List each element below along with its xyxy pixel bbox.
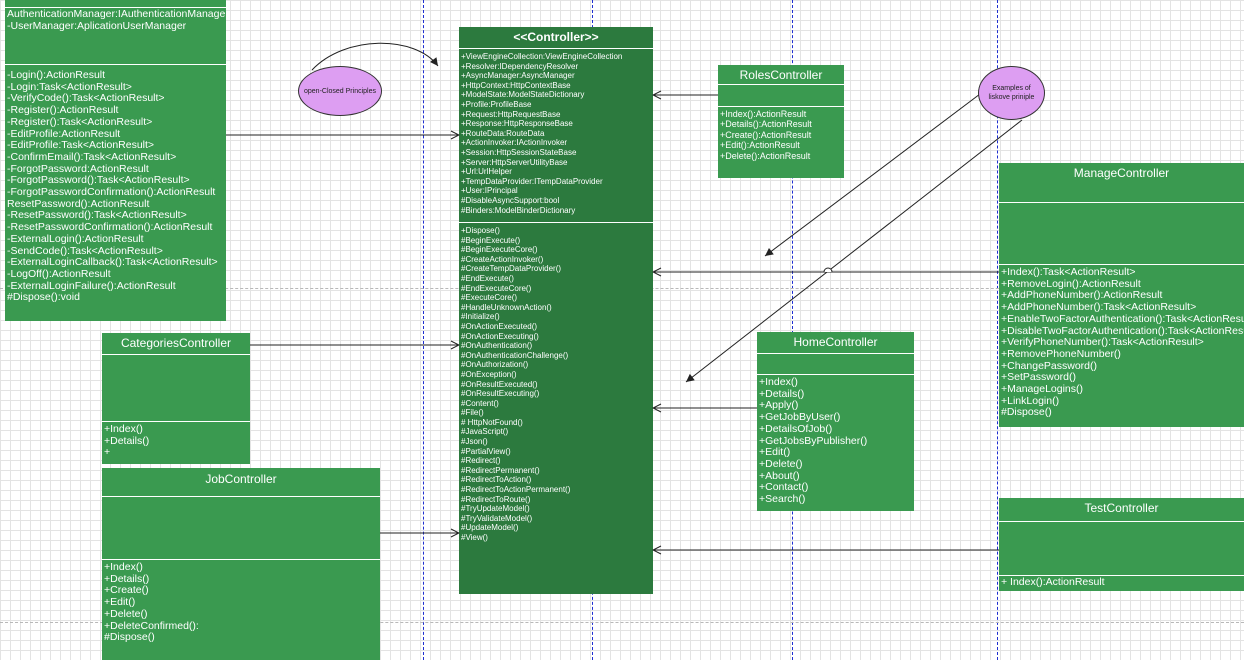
note-arrow [685,119,1023,383]
open-closed-note[interactable]: open-Closed Principles [298,66,382,116]
note-text: Examples of liskove priniple [988,85,1035,101]
connector-layer [226,42,1023,660]
liskov-note[interactable]: Examples of liskove priniple [978,66,1045,120]
note-arrow [764,93,981,257]
note-text: open-Closed Principles [304,87,376,95]
crossing-hop [823,267,833,273]
